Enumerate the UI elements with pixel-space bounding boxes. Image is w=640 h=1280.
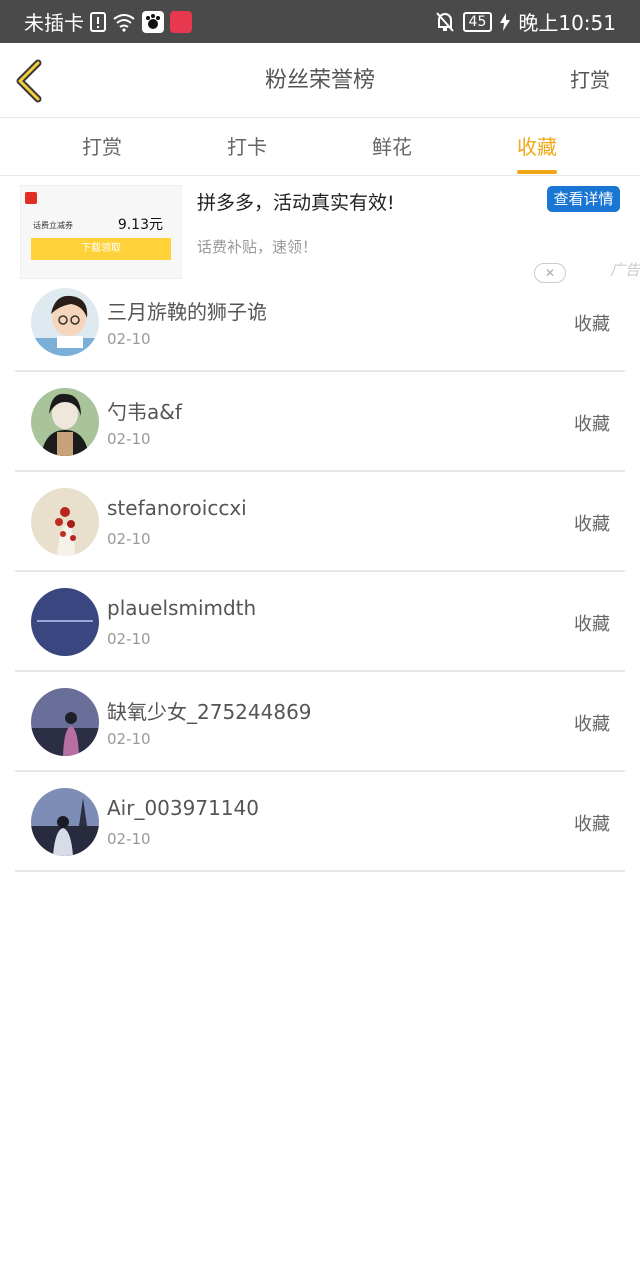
fan-action-type: 收藏 [574, 314, 610, 335]
fan-date: 02-10 [107, 830, 151, 848]
red-app-icon [170, 10, 192, 33]
fan-action-type: 收藏 [574, 614, 610, 635]
status-bar-left: 未插卡 [24, 0, 192, 43]
ad-thumbnail: 话费立减券 9.13元 下载领取 [20, 185, 182, 279]
tab-label: 打赏 [82, 135, 122, 159]
sim-alert-icon [90, 11, 106, 32]
status-bar: 未插卡 45 晚上10:51 [0, 0, 640, 43]
fan-action-type: 收藏 [574, 514, 610, 535]
tab-checkin[interactable]: 打卡 [187, 118, 307, 176]
fan-list: 三月旂鞔的狮子诡 02-10 收藏 勺韦a&f 02-10 收藏 stefano… [0, 272, 640, 872]
ad-title: 拼多多，活动真实有效! [197, 192, 395, 214]
tab-label: 鲜花 [372, 135, 412, 159]
fan-date: 02-10 [107, 330, 151, 348]
ad-banner[interactable]: 话费立减券 9.13元 下载领取 拼多多，活动真实有效! 话费补贴，速领！ 查看… [0, 177, 640, 287]
fan-date: 02-10 [107, 630, 151, 648]
paw-app-icon [142, 10, 164, 33]
tab-label: 收藏 [517, 135, 557, 159]
list-item[interactable]: 三月旂鞔的狮子诡 02-10 收藏 [15, 272, 625, 372]
bell-off-icon [435, 11, 455, 33]
list-item[interactable]: 勺韦a&f 02-10 收藏 [15, 372, 625, 472]
ad-thumb-price: 9.13元 [117, 217, 163, 233]
wifi-icon [112, 12, 136, 32]
app-header: 粉丝荣誉榜 打赏 [0, 43, 640, 118]
tab-label: 打卡 [227, 135, 267, 159]
fan-date: 02-10 [107, 530, 151, 548]
list-item[interactable]: stefanoroiccxi 02-10 收藏 [15, 472, 625, 572]
reward-button[interactable]: 打赏 [570, 43, 610, 118]
ad-subtitle: 话费补贴，速领！ [197, 238, 318, 256]
tab-bar: 打赏 打卡 鲜花 收藏 [0, 118, 640, 176]
tab-flowers[interactable]: 鲜花 [332, 118, 452, 176]
fan-action-type: 收藏 [574, 714, 610, 735]
avatar [31, 788, 99, 856]
pinduoduo-logo-icon [25, 192, 37, 204]
avatar [31, 488, 99, 556]
clock: 晚上10:51 [518, 11, 616, 35]
ad-thumb-button: 下载领取 [31, 238, 171, 260]
fan-date: 02-10 [107, 430, 151, 448]
tab-favorites[interactable]: 收藏 [477, 118, 597, 176]
avatar [31, 688, 99, 756]
fan-name: plauelsmimdth [107, 596, 257, 620]
list-item[interactable]: plauelsmimdth 02-10 收藏 [15, 572, 625, 672]
fan-name: 三月旂鞔的狮子诡 [107, 300, 267, 324]
fan-name: 缺氧少女_275244869 [107, 700, 312, 724]
fan-action-type: 收藏 [574, 414, 610, 435]
fan-date: 02-10 [107, 730, 151, 748]
avatar [31, 288, 99, 356]
page-title: 粉丝荣誉榜 [264, 68, 375, 93]
fan-action-type: 收藏 [574, 814, 610, 835]
fan-name: Air_003971140 [107, 796, 259, 820]
tab-reward[interactable]: 打赏 [42, 118, 162, 176]
fan-name: stefanoroiccxi [107, 496, 247, 520]
ad-details-button[interactable]: 查看详情 [547, 186, 620, 212]
list-item[interactable]: 缺氧少女_275244869 02-10 收藏 [15, 672, 625, 772]
list-item[interactable]: Air_003971140 02-10 收藏 [15, 772, 625, 872]
ad-thumb-label: 话费立减券 [33, 221, 73, 230]
charging-icon [500, 12, 511, 31]
status-bar-right: 45 晚上10:51 [435, 0, 616, 43]
avatar [31, 588, 99, 656]
avatar [31, 388, 99, 456]
battery-level: 45 [462, 11, 493, 32]
carrier-label: 未插卡 [24, 11, 84, 35]
fan-name: 勺韦a&f [107, 400, 182, 424]
active-tab-indicator [517, 170, 557, 174]
